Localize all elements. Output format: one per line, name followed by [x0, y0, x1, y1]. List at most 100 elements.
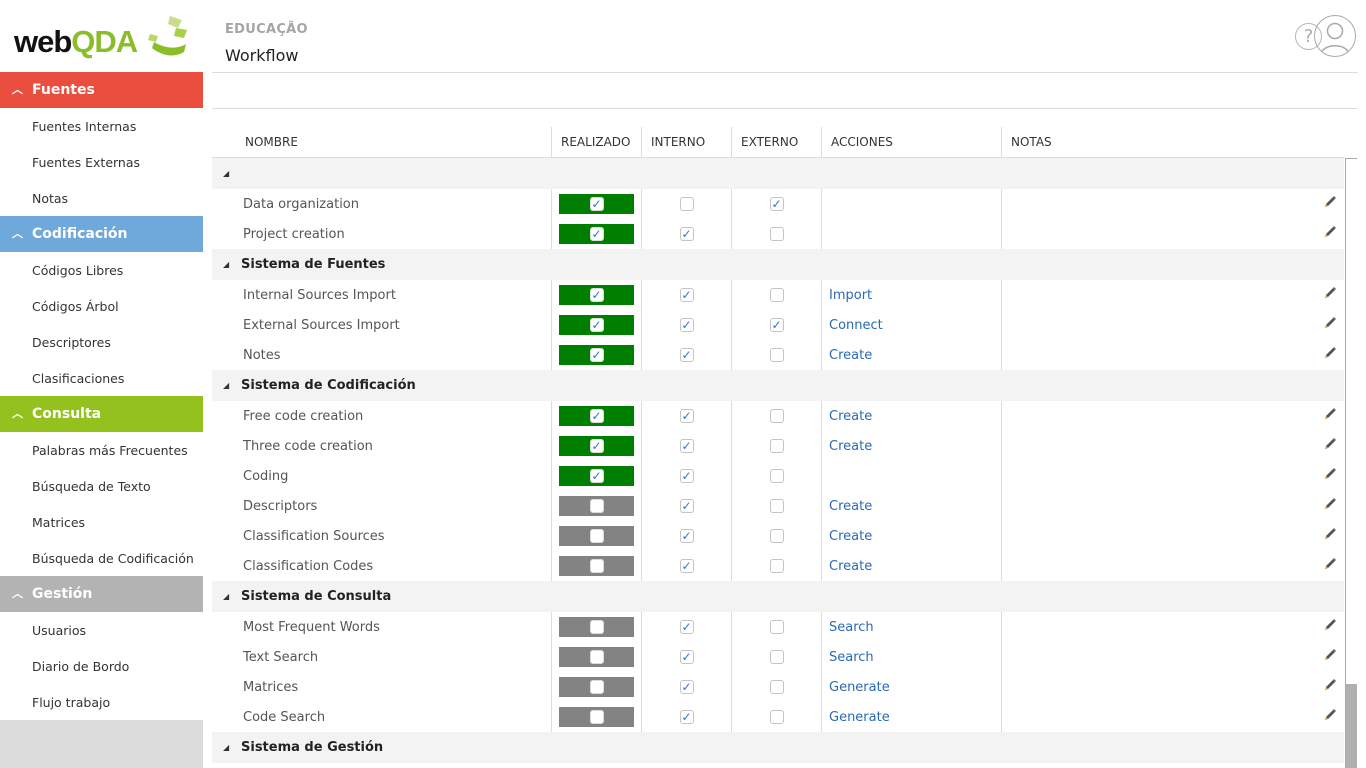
expand-triangle-icon[interactable]: ◢ [212, 381, 241, 390]
action-link[interactable]: Import [829, 288, 872, 303]
external-checkbox[interactable] [769, 559, 784, 573]
internal-checkbox[interactable]: ✓ [679, 710, 694, 724]
action-link[interactable]: Create [829, 409, 872, 424]
pencil-icon[interactable] [1323, 225, 1337, 243]
sidebar-section-3[interactable]: ︿ Gestión [0, 576, 203, 612]
done-status-bar[interactable] [559, 556, 634, 576]
sidebar-item[interactable]: Clasificaciones [0, 360, 203, 396]
internal-checkbox[interactable]: ✓ [679, 227, 694, 241]
internal-checkbox[interactable]: ✓ [679, 529, 694, 543]
done-status-bar[interactable] [559, 647, 634, 667]
done-status-bar[interactable]: ✓ [559, 436, 634, 456]
done-status-bar[interactable]: ✓ [559, 345, 634, 365]
sidebar-item[interactable]: Notas [0, 180, 203, 216]
column-header-done[interactable]: REALIZADO [551, 127, 641, 157]
action-link[interactable]: Create [829, 499, 872, 514]
sidebar-section-1[interactable]: ︿ Codificación [0, 216, 203, 252]
column-header-notes[interactable]: NOTAS [1001, 127, 1344, 157]
action-link[interactable]: Search [829, 620, 874, 635]
action-link[interactable]: Generate [829, 710, 890, 725]
group-row[interactable]: ◢ [212, 158, 1344, 189]
sidebar-item[interactable]: Códigos Árbol [0, 288, 203, 324]
done-checkbox[interactable] [589, 559, 604, 573]
done-checkbox[interactable] [589, 710, 604, 724]
external-checkbox[interactable] [769, 469, 784, 483]
sidebar-item[interactable]: Matrices [0, 504, 203, 540]
done-status-bar[interactable]: ✓ [559, 224, 634, 244]
external-checkbox[interactable] [769, 620, 784, 634]
done-status-bar[interactable]: ✓ [559, 194, 634, 214]
external-checkbox[interactable]: ✓ [769, 197, 784, 211]
internal-checkbox[interactable]: ✓ [679, 680, 694, 694]
done-status-bar[interactable]: ✓ [559, 285, 634, 305]
internal-checkbox[interactable]: ✓ [679, 439, 694, 453]
done-checkbox[interactable]: ✓ [589, 318, 604, 332]
group-row[interactable]: ◢ Sistema de Consulta [212, 581, 1344, 612]
external-checkbox[interactable] [769, 288, 784, 302]
sidebar-item[interactable]: Códigos Libres [0, 252, 203, 288]
sidebar-item[interactable]: Fuentes Externas [0, 144, 203, 180]
external-checkbox[interactable] [769, 529, 784, 543]
grid-scrollbar-thumb[interactable] [1346, 684, 1357, 768]
done-checkbox[interactable] [589, 529, 604, 543]
action-link[interactable]: Create [829, 559, 872, 574]
done-checkbox[interactable] [589, 620, 604, 634]
internal-checkbox[interactable]: ✓ [679, 469, 694, 483]
external-checkbox[interactable] [769, 680, 784, 694]
done-status-bar[interactable] [559, 707, 634, 727]
internal-checkbox[interactable]: ✓ [679, 650, 694, 664]
action-link[interactable]: Create [829, 439, 872, 454]
sidebar-section-2[interactable]: ︿ Consulta [0, 396, 203, 432]
external-checkbox[interactable] [769, 650, 784, 664]
done-status-bar[interactable] [559, 526, 634, 546]
external-checkbox[interactable]: ✓ [769, 318, 784, 332]
sidebar-item[interactable]: Usuarios [0, 612, 203, 648]
column-header-internal[interactable]: INTERNO [641, 127, 731, 157]
column-header-external[interactable]: EXTERNO [731, 127, 821, 157]
done-status-bar[interactable] [559, 677, 634, 697]
user-avatar-icon[interactable] [1314, 15, 1356, 57]
done-checkbox[interactable]: ✓ [589, 197, 604, 211]
expand-triangle-icon[interactable]: ◢ [212, 260, 241, 269]
done-status-bar[interactable]: ✓ [559, 466, 634, 486]
pencil-icon[interactable] [1323, 286, 1337, 304]
group-row[interactable]: ◢ Sistema de Gestión [212, 732, 1344, 763]
internal-checkbox[interactable]: ✓ [679, 318, 694, 332]
internal-checkbox[interactable]: ✓ [679, 409, 694, 423]
action-link[interactable]: Search [829, 650, 874, 665]
action-link[interactable]: Connect [829, 318, 883, 333]
pencil-icon[interactable] [1323, 708, 1337, 726]
done-status-bar[interactable]: ✓ [559, 406, 634, 426]
column-header-actions[interactable]: ACCIONES [821, 127, 1001, 157]
done-checkbox[interactable]: ✓ [589, 288, 604, 302]
action-link[interactable]: Create [829, 348, 872, 363]
expand-triangle-icon[interactable]: ◢ [212, 743, 241, 752]
grid-scrollbar[interactable] [1345, 158, 1357, 768]
pencil-icon[interactable] [1323, 678, 1337, 696]
group-row[interactable]: ◢ Sistema de Fuentes [212, 249, 1344, 280]
external-checkbox[interactable] [769, 499, 784, 513]
done-checkbox[interactable]: ✓ [589, 227, 604, 241]
pencil-icon[interactable] [1323, 437, 1337, 455]
sidebar-item[interactable]: Descriptores [0, 324, 203, 360]
done-checkbox[interactable]: ✓ [589, 409, 604, 423]
internal-checkbox[interactable]: ✓ [679, 559, 694, 573]
action-link[interactable]: Generate [829, 680, 890, 695]
group-row[interactable]: ◢ Sistema de Codificación [212, 370, 1344, 401]
done-checkbox[interactable] [589, 650, 604, 664]
sidebar-item[interactable]: Búsqueda de Codificación [0, 540, 203, 576]
pencil-icon[interactable] [1323, 557, 1337, 575]
sidebar-item[interactable]: Flujo trabajo [0, 684, 203, 720]
column-header-name[interactable]: NOMBRE [212, 127, 551, 157]
internal-checkbox[interactable]: ✓ [679, 348, 694, 362]
expand-triangle-icon[interactable]: ◢ [212, 592, 241, 601]
sidebar-section-0[interactable]: ︿ Fuentes [0, 72, 203, 108]
done-checkbox[interactable] [589, 680, 604, 694]
internal-checkbox[interactable]: ✓ [679, 499, 694, 513]
external-checkbox[interactable] [769, 710, 784, 724]
sidebar-item[interactable]: Diario de Bordo [0, 648, 203, 684]
pencil-icon[interactable] [1323, 618, 1337, 636]
expand-triangle-icon[interactable]: ◢ [212, 169, 241, 178]
breadcrumb-project[interactable]: EDUCAÇÃO [225, 22, 308, 37]
done-status-bar[interactable]: ✓ [559, 315, 634, 335]
